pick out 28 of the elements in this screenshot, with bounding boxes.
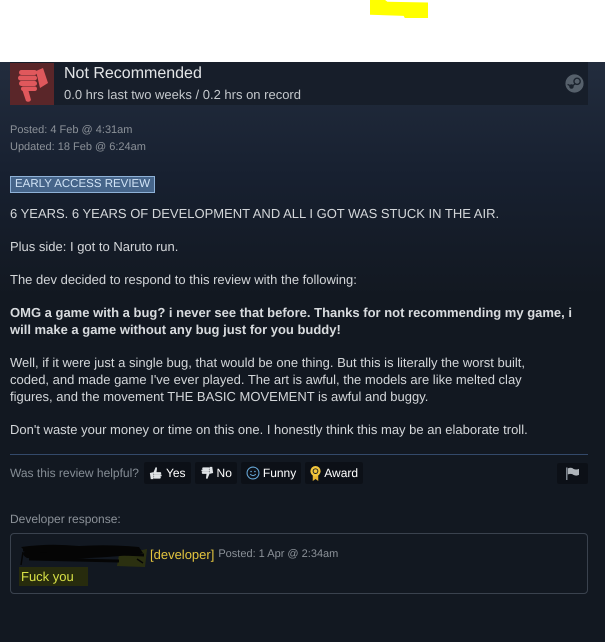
- quoted-paragraph: OMG a game with a bug? i never see that before. Thanks for not recommending my game, i will make a game without any bug just for you buddy!: [10, 304, 574, 338]
- review-verdict: Not Recommended: [64, 64, 203, 84]
- review-paragraph: 6 YEARS. 6 YEARS OF DEVELOPMENT AND ALL I GOT WAS STUCK IN THE AIR.: [10, 205, 500, 222]
- review-paragraph: The dev decided to respond to this review with the following:: [10, 271, 358, 288]
- smiley-icon: [246, 466, 260, 480]
- report-flag-button[interactable]: [557, 462, 588, 484]
- review-paragraph: Plus side: I got to Naruto run.: [10, 238, 180, 255]
- response-date: Posted: 1 Apr @ 2:34am: [218, 548, 338, 560]
- review-paragraph: Well, if it were just a single bug, that would be one thing. But this is literally the worst built, coded, and made game I've ever played. The art is awful, the models are like melted clay figures, and the movement THE BASIC MOVEMENT is awful and buggy.: [10, 354, 526, 405]
- round-logo-icon: [565, 74, 584, 93]
- developer-response-label: Developer response:: [10, 512, 122, 527]
- award-ribbon-icon: [310, 464, 322, 482]
- review-paragraph: Don't waste your money or time on this one. I honestly think this may be an elaborate troll.: [10, 421, 529, 438]
- thumbs-down-icon: [200, 466, 214, 480]
- funny-vote-button[interactable]: Funny: [240, 462, 302, 484]
- yes-vote-button[interactable]: Yes: [144, 462, 191, 484]
- helpful-prompt: Was this review helpful?: [10, 466, 139, 480]
- highlighter-mark: [370, 0, 428, 18]
- review-date: Updated: 18 Feb @ 6:24am: [10, 140, 146, 155]
- review-date: Posted: 4 Feb @ 4:31am: [10, 123, 132, 138]
- award-vote-button[interactable]: Award: [305, 462, 364, 484]
- early-access-badge: EARLY ACCESS REVIEW: [10, 176, 156, 193]
- thumbs-up-icon: [148, 466, 163, 480]
- developer-response-text: Fuck you: [19, 567, 88, 586]
- no-vote-button[interactable]: No: [194, 462, 237, 484]
- flag-icon: [565, 466, 580, 480]
- playtime-hours: 0.0 hrs last two weeks / 0.2 hrs on record: [64, 86, 302, 103]
- developer-tag: [developer]: [150, 546, 214, 562]
